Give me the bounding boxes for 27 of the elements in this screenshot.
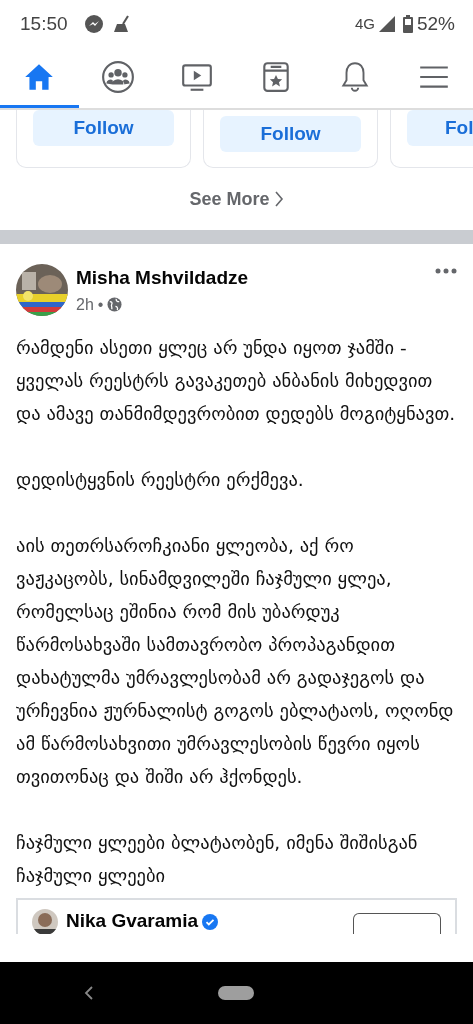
messenger-icon xyxy=(83,14,104,34)
more-icon xyxy=(435,268,457,274)
broom-icon xyxy=(111,14,132,34)
separator-dot: • xyxy=(97,294,104,315)
post-paragraph: აის თეთრსაროჩკიანი ყლეობა, აქ რო ვაჟკაცობს, სინამდვილეში ჩაჯმული ყლეა, რომელსაც ეშინია რომ მის უბარდუკ წარმოსახვაში სამთავრობო პროპაგანდით დახატულმა უმრავლესობამ არ გადაჯეგოს და ურჩევნია ჟურნალისტ გოგოს ებლატაოს, ოღონდ ამ წარმოსახვითი უმრავლესობის წევრი იყოს თვითონაც და შიში არ ჰქონდეს. xyxy=(16,533,455,789)
network-type: 4G xyxy=(354,13,375,34)
author-name[interactable]: Misha Mshvildadze xyxy=(76,264,435,293)
globe-icon xyxy=(107,297,123,312)
battery-icon xyxy=(402,15,413,33)
chevron-right-icon xyxy=(273,190,284,208)
home-pill[interactable] xyxy=(218,986,254,1000)
post-paragraph: დედისტყვნის რეესტრი ერქმევა. xyxy=(16,467,305,492)
post-paragraph: ჩაჯმული ყლეები ბლატაობენ, იმენა შიშისგან ჩაჯმული ყლეები xyxy=(16,830,419,888)
follow-button[interactable]: Follow xyxy=(220,116,361,152)
outline-button[interactable] xyxy=(353,912,441,934)
follow-button[interactable]: Fol xyxy=(407,110,473,146)
clock: 15:50 xyxy=(20,11,68,36)
see-more-link[interactable]: See More xyxy=(183,184,290,214)
more-options-button[interactable] xyxy=(435,268,457,274)
back-icon[interactable] xyxy=(84,985,94,1001)
post-paragraph: რამდენი ასეთი ყლეც არ უნდა იყოთ ჯამში - ყველას რეესტრს გავაკეთებ ანბანის მიხედვით და ამავე თანმიმდევრობით დედებს მოგიტყნავთ. xyxy=(16,335,457,426)
shared-author-name[interactable]: Nika Gvaramia xyxy=(66,907,199,934)
signal-icon xyxy=(378,16,395,32)
follow-button[interactable]: Follow xyxy=(33,110,174,146)
groups-icon xyxy=(101,59,136,94)
post-time: 2h xyxy=(76,294,94,315)
battery-percent: 52% xyxy=(416,11,455,36)
